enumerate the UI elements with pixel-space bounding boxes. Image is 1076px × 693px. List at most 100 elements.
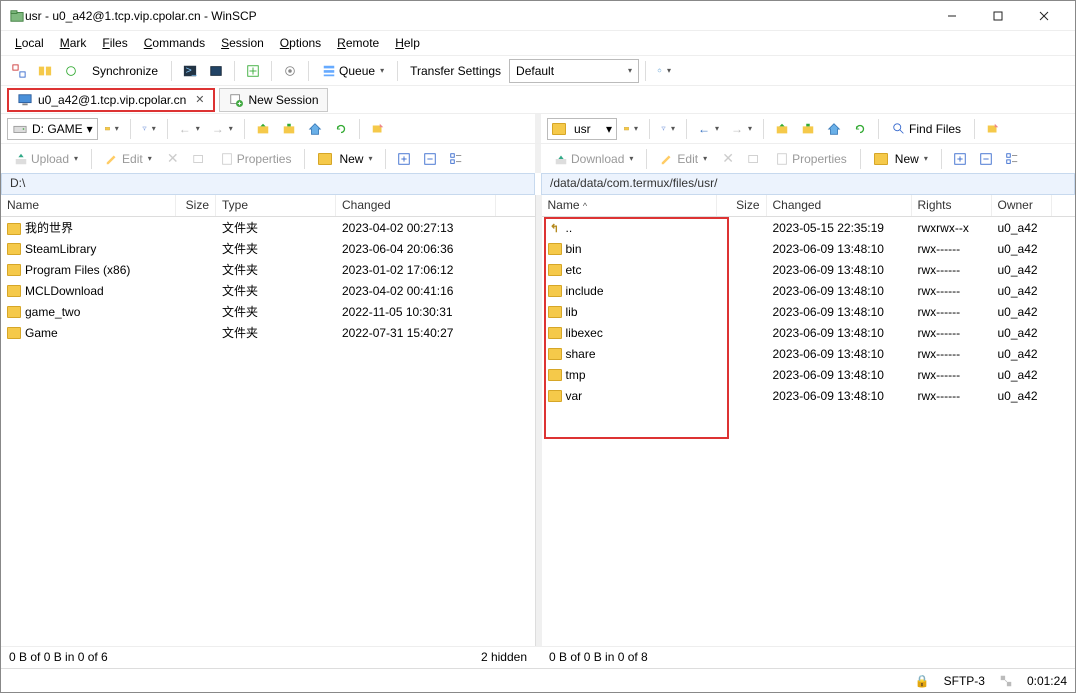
remote-drive-combo[interactable]: usr ▾ [547, 118, 617, 140]
file-row[interactable]: 我的世界文件夹2023-04-02 00:27:13 [1, 217, 535, 238]
col-changed-r[interactable]: Changed [767, 195, 912, 216]
close-button[interactable] [1021, 1, 1067, 31]
remote-status-text: 0 B of 0 B in 0 of 8 [549, 650, 648, 664]
file-row[interactable]: MCLDownload文件夹2023-04-02 00:41:16 [1, 280, 535, 301]
remote-file-list[interactable]: ↰..2023-05-15 22:35:19rwxrwx--xu0_a42bin… [542, 217, 1076, 646]
col-size[interactable]: Size [176, 195, 216, 216]
back-remote-button[interactable]: ←▾ [693, 117, 724, 141]
properties-local-button[interactable]: Properties [213, 147, 299, 171]
new-session-button[interactable]: New Session [219, 88, 328, 112]
download-button[interactable]: Download▾ [547, 147, 640, 171]
plus-remote-icon[interactable] [948, 147, 972, 171]
forward-remote-button[interactable]: →▾ [726, 117, 757, 141]
parent-dir-remote-icon[interactable] [770, 117, 794, 141]
add-icon[interactable] [241, 59, 265, 83]
parent-dir-icon[interactable] [251, 117, 275, 141]
menu-mark[interactable]: Mark [54, 34, 93, 52]
delete-local-icon[interactable]: ✕ [161, 147, 185, 171]
edit-remote-button[interactable]: Edit▾ [653, 147, 714, 171]
menu-session[interactable]: Session [215, 34, 270, 52]
compare-dirs-icon[interactable] [33, 59, 57, 83]
local-action-toolbar: Upload▾ Edit▾ ✕ Properties New▾ [1, 144, 535, 173]
file-row[interactable]: lib2023-06-09 13:48:10rwx------u0_a42 [542, 301, 1076, 322]
local-file-list[interactable]: 我的世界文件夹2023-04-02 00:27:13SteamLibrary文件… [1, 217, 535, 646]
session-tab-active[interactable]: u0_a42@1.tcp.vip.cpolar.cn ✕ [7, 88, 215, 112]
menu-local[interactable]: Local [9, 34, 50, 52]
bookmark-local-icon[interactable] [366, 117, 390, 141]
console-icon[interactable]: >_ [178, 59, 202, 83]
main-toolbar: Synchronize >_ Queue▾ Transfer Settings … [1, 55, 1075, 85]
rename-local-icon[interactable] [187, 147, 211, 171]
file-row[interactable]: include2023-06-09 13:48:10rwx------u0_a4… [542, 280, 1076, 301]
root-dir-remote-icon[interactable] [796, 117, 820, 141]
upload-button[interactable]: Upload▾ [7, 147, 85, 171]
file-row[interactable]: tmp2023-06-09 13:48:10rwx------u0_a42 [542, 364, 1076, 385]
menu-files[interactable]: Files [96, 34, 133, 52]
plus-local-icon[interactable] [392, 147, 416, 171]
file-row[interactable]: share2023-06-09 13:48:10rwx------u0_a42 [542, 343, 1076, 364]
file-row[interactable]: Program Files (x86)文件夹2023-01-02 17:06:1… [1, 259, 535, 280]
disk-icon [12, 121, 28, 137]
col-size-r[interactable]: Size [717, 195, 767, 216]
filter-remote-icon[interactable]: ▾ [656, 117, 680, 141]
putty-icon[interactable] [204, 59, 228, 83]
local-path-bar[interactable]: D:\ [1, 173, 535, 195]
root-dir-icon[interactable] [277, 117, 301, 141]
transfer-settings-combo[interactable]: Default▾ [509, 59, 639, 83]
edit-local-button[interactable]: Edit▾ [98, 147, 159, 171]
file-row[interactable]: ↰..2023-05-15 22:35:19rwxrwx--xu0_a42 [542, 217, 1076, 238]
encryption-indicator: 🔒 [915, 674, 930, 688]
refresh-remote-icon[interactable] [848, 117, 872, 141]
forward-button[interactable]: →▾ [207, 117, 238, 141]
delete-remote-icon[interactable]: ✕ [716, 147, 740, 171]
refresh-local-icon[interactable] [329, 117, 353, 141]
menu-commands[interactable]: Commands [138, 34, 211, 52]
minimize-button[interactable] [929, 1, 975, 31]
checklist-remote-icon[interactable] [1000, 147, 1024, 171]
home-icon[interactable] [303, 117, 327, 141]
maximize-button[interactable] [975, 1, 1021, 31]
remote-nav-toolbar: usr ▾ ▾ ▾ ←▾ →▾ Find Files [541, 114, 1075, 143]
file-row[interactable]: libexec2023-06-09 13:48:10rwx------u0_a4… [542, 322, 1076, 343]
col-changed[interactable]: Changed [336, 195, 496, 216]
file-row[interactable]: SteamLibrary文件夹2023-06-04 20:06:36 [1, 238, 535, 259]
rename-remote-icon[interactable] [742, 147, 766, 171]
file-row[interactable]: game_two文件夹2022-11-05 10:30:31 [1, 301, 535, 322]
close-tab-icon[interactable]: ✕ [195, 93, 204, 106]
file-row[interactable]: var2023-06-09 13:48:10rwx------u0_a42 [542, 385, 1076, 406]
file-row[interactable]: etc2023-06-09 13:48:10rwx------u0_a42 [542, 259, 1076, 280]
file-row[interactable]: bin2023-06-09 13:48:10rwx------u0_a42 [542, 238, 1076, 259]
col-type[interactable]: Type [216, 195, 336, 216]
bookmark-remote-icon[interactable] [981, 117, 1005, 141]
menu-options[interactable]: Options [274, 34, 327, 52]
queue-button[interactable]: Queue▾ [315, 59, 391, 83]
back-button[interactable]: ←▾ [174, 117, 205, 141]
gear-icon[interactable] [278, 59, 302, 83]
new-remote-button[interactable]: New▾ [867, 147, 935, 171]
footer-row: 0 B of 0 B in 0 of 6 2 hidden 0 B of 0 B… [1, 646, 1075, 668]
find-files-button[interactable]: Find Files [885, 117, 968, 141]
new-local-button[interactable]: New▾ [311, 147, 379, 171]
file-row[interactable]: Game文件夹2022-07-31 15:40:27 [1, 322, 535, 343]
sync-icon[interactable] [59, 59, 83, 83]
refresh-icon[interactable]: ▾ [652, 59, 676, 83]
col-name[interactable]: Name [1, 195, 176, 216]
col-owner-r[interactable]: Owner [992, 195, 1052, 216]
properties-remote-button[interactable]: Properties [768, 147, 854, 171]
sync-browse-icon[interactable] [7, 59, 31, 83]
home-remote-icon[interactable] [822, 117, 846, 141]
nav-toolbar-row: D: GAME ▾ ▾ ▾ ←▾ →▾ usr ▾ ▾ ▾ ←▾ →▾ [1, 113, 1075, 143]
remote-path-bar[interactable]: /data/data/com.termux/files/usr/ [541, 173, 1075, 195]
col-name-r[interactable]: Name ^ [542, 195, 717, 216]
local-drive-combo[interactable]: D: GAME ▾ [7, 118, 98, 140]
minus-remote-icon[interactable] [974, 147, 998, 171]
minus-local-icon[interactable] [418, 147, 442, 171]
col-rights-r[interactable]: Rights [912, 195, 992, 216]
open-folder-icon[interactable]: ▾ [100, 117, 124, 141]
checklist-local-icon[interactable] [444, 147, 468, 171]
synchronize-button[interactable]: Synchronize [85, 59, 165, 83]
menu-help[interactable]: Help [389, 34, 426, 52]
filter-icon[interactable]: ▾ [137, 117, 161, 141]
open-folder-remote-icon[interactable]: ▾ [619, 117, 643, 141]
menu-remote[interactable]: Remote [331, 34, 385, 52]
